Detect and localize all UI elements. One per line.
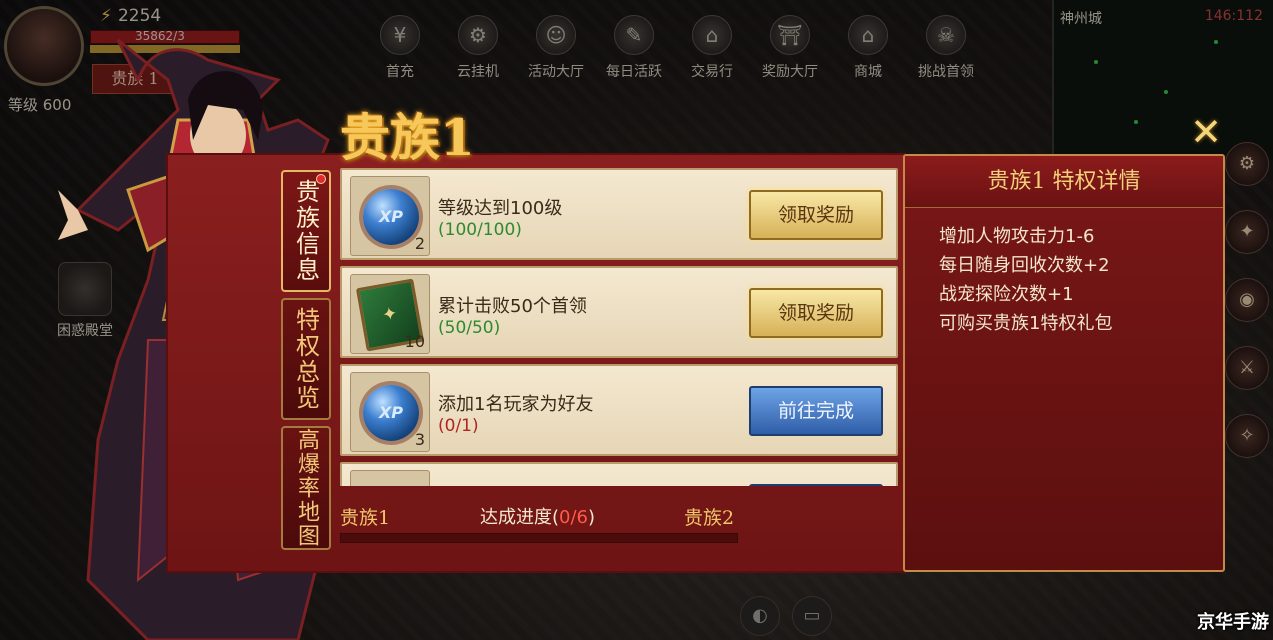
item-count: 10 — [404, 332, 425, 351]
task-title: 累计击败50个首领 — [438, 296, 587, 317]
tab-high-drop-map[interactable]: 高爆率地图 — [281, 426, 331, 550]
reward-slot[interactable]: XP 3 — [350, 372, 430, 452]
rank-progress: 贵族1 达成进度(0/6) 贵族2 — [340, 495, 740, 547]
privilege-detail-panel: 贵族1 特权详情 增加人物攻击力1-6 每日随身回收次数+2 战宠探险次数+1 … — [903, 154, 1225, 572]
list-item: ✦ 10 累计击败50个首领 (50/50) 领取奖励 — [340, 266, 898, 358]
xp-orb-icon: XP — [363, 189, 419, 245]
next-rank: 贵族2 — [684, 507, 735, 529]
privilege-list: 增加人物攻击力1-6 每日随身回收次数+2 战宠探险次数+1 可购买贵族1特权礼… — [939, 222, 1112, 338]
privilege-item: 可购买贵族1特权礼包 — [939, 313, 1113, 334]
tab-privilege-overview[interactable]: 特权总览 — [281, 298, 331, 420]
watermark: 京华手游 — [1197, 612, 1269, 633]
task-list[interactable]: XP 2 等级达到100级 (100/100) 领取奖励 ✦ 10 累计击败50… — [340, 168, 898, 486]
detail-header: 贵族1 特权详情 — [905, 156, 1223, 208]
task-title: 添加1名玩家为好友 — [438, 394, 594, 415]
go-complete-button[interactable] — [749, 484, 883, 486]
list-item: XP 3 添加1名玩家为好友 (0/1) 前往完成 — [340, 364, 898, 456]
list-item: XP 2 等级达到100级 (100/100) 领取奖励 — [340, 168, 898, 260]
progress-bar — [340, 533, 738, 543]
task-progress: (100/100) — [438, 220, 522, 240]
progress-label: 达成进度(0/6) — [480, 507, 596, 528]
task-title: 等级达到100级 — [438, 198, 563, 219]
reward-slot[interactable] — [350, 470, 430, 486]
xp-orb-icon: XP — [363, 385, 419, 441]
privilege-item: 增加人物攻击力1-6 — [939, 226, 1095, 247]
claim-reward-button[interactable]: 领取奖励 — [749, 190, 883, 240]
task-progress: (50/50) — [438, 318, 501, 338]
go-complete-button[interactable]: 前往完成 — [749, 386, 883, 436]
item-count: 3 — [414, 430, 425, 449]
claim-reward-button[interactable]: 领取奖励 — [749, 288, 883, 338]
task-progress: (0/1) — [438, 416, 479, 436]
list-item — [340, 462, 898, 486]
close-icon: ✕ — [1190, 110, 1222, 154]
item-count: 2 — [414, 234, 425, 253]
notification-dot — [316, 174, 326, 184]
tab-noble-info[interactable]: 贵族信息 — [281, 170, 331, 292]
privilege-item: 每日随身回收次数+2 — [939, 255, 1110, 276]
panel-title: 贵族1 — [340, 108, 475, 167]
reward-slot[interactable]: ✦ 10 — [350, 274, 430, 354]
privilege-item: 战宠探险次数+1 — [939, 284, 1074, 305]
current-rank: 贵族1 — [340, 507, 391, 529]
close-button[interactable]: ✕ — [1186, 112, 1226, 152]
reward-slot[interactable]: XP 2 — [350, 176, 430, 256]
